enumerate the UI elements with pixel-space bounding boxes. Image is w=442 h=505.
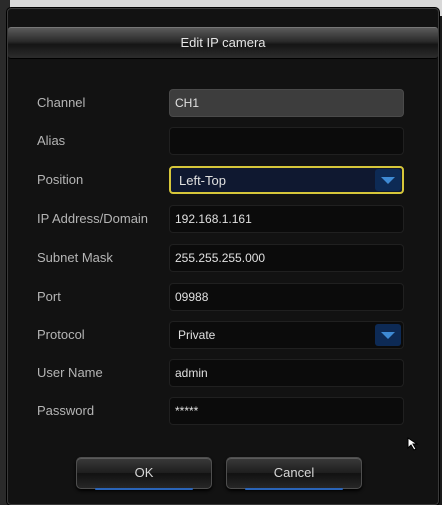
position-value: Left-Top xyxy=(179,173,226,188)
alias-label: Alias xyxy=(37,133,66,148)
password-row: Password ***** xyxy=(8,397,438,425)
channel-label: Channel xyxy=(37,95,86,110)
username-input[interactable]: admin xyxy=(169,359,404,387)
protocol-select[interactable]: Private xyxy=(169,321,404,349)
channel-row: Channel CH1 xyxy=(8,89,438,117)
username-label: User Name xyxy=(37,365,103,380)
dialog-title: Edit IP camera xyxy=(180,35,266,50)
subnet-mask-input[interactable]: 255.255.255.000 xyxy=(169,244,404,272)
protocol-label: Protocol xyxy=(37,327,85,342)
position-label: Position xyxy=(37,172,84,187)
protocol-value: Private xyxy=(178,328,216,342)
protocol-row: Protocol Private xyxy=(8,321,438,349)
subnet-mask-row: Subnet Mask 255.255.255.000 xyxy=(8,244,438,272)
edit-ip-camera-dialog: Edit IP camera Channel CH1 Alias Positio… xyxy=(7,8,439,505)
mouse-pointer-icon xyxy=(407,437,419,451)
chevron-down-icon[interactable] xyxy=(375,324,401,346)
position-select[interactable]: Left-Top xyxy=(169,166,404,194)
ok-button[interactable]: OK xyxy=(76,457,212,490)
ip-address-label: IP Address/Domain xyxy=(37,211,149,226)
port-input[interactable]: 09988 xyxy=(169,283,404,311)
port-row: Port 09988 xyxy=(8,283,438,311)
subnet-mask-label: Subnet Mask xyxy=(37,250,113,265)
username-row: User Name admin xyxy=(8,359,438,387)
chevron-down-icon[interactable] xyxy=(375,169,401,191)
alias-row: Alias xyxy=(8,127,438,155)
position-row: Position Left-Top xyxy=(8,166,438,194)
ip-address-input[interactable]: 192.168.1.161 xyxy=(169,205,404,233)
dialog-titlebar: Edit IP camera xyxy=(8,27,438,59)
ip-address-row: IP Address/Domain 192.168.1.161 xyxy=(8,205,438,233)
password-input[interactable]: ***** xyxy=(169,397,404,425)
alias-input[interactable] xyxy=(169,127,404,155)
port-label: Port xyxy=(37,289,61,304)
password-label: Password xyxy=(37,403,95,418)
cancel-button[interactable]: Cancel xyxy=(226,457,362,490)
channel-field: CH1 xyxy=(169,89,404,117)
